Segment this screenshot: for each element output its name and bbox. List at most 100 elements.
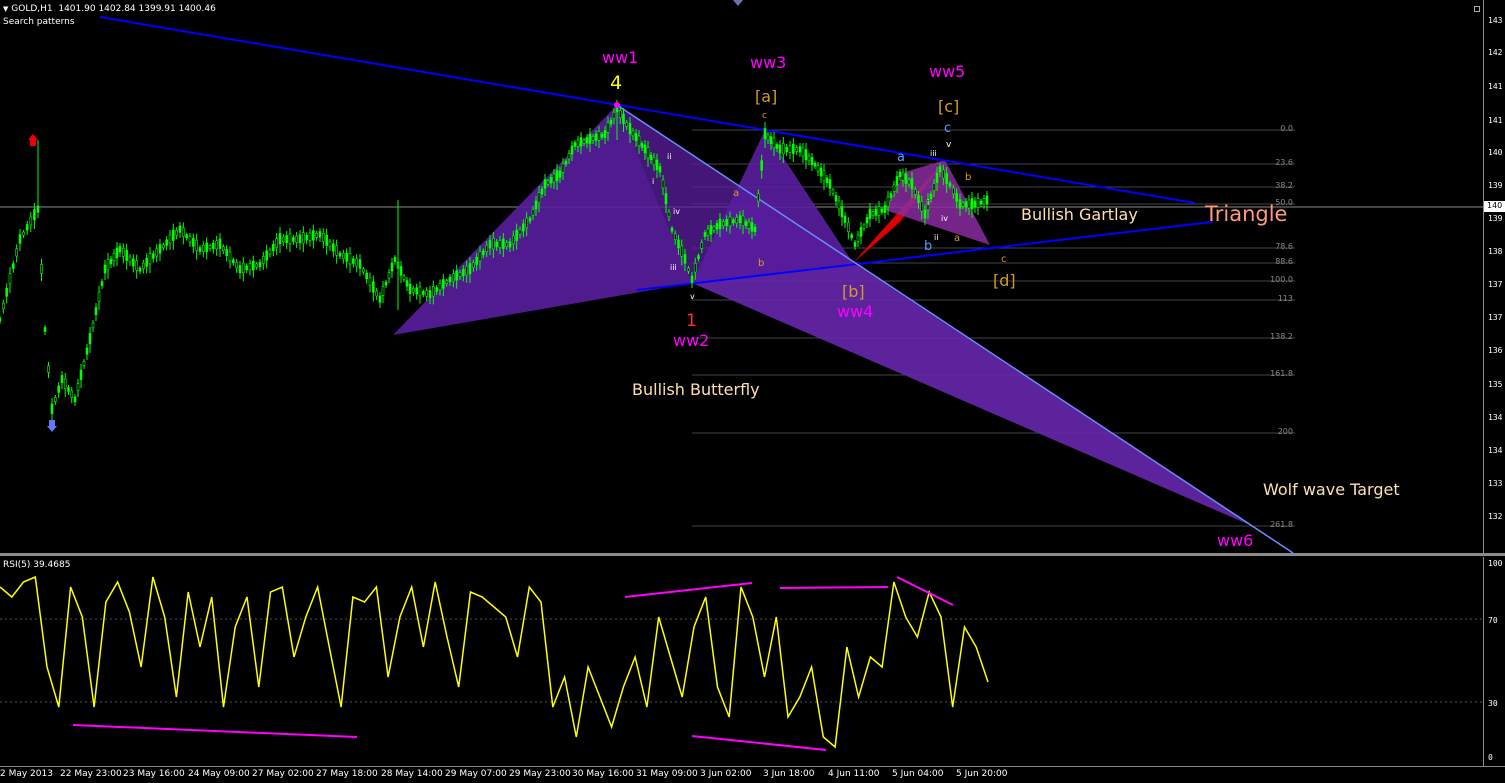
candle-body — [904, 173, 908, 184]
candle-body — [561, 163, 565, 173]
price-chart-pane[interactable] — [0, 0, 1483, 553]
candle-body — [750, 222, 754, 232]
candle-body — [79, 369, 83, 380]
rsi-chart-svg[interactable] — [0, 557, 1483, 766]
candle-body — [585, 137, 589, 144]
candle-body — [895, 176, 899, 186]
candle-body — [488, 239, 492, 249]
candle-body — [945, 173, 948, 185]
candle-body — [901, 172, 905, 181]
pane-separator[interactable] — [0, 553, 1505, 556]
label-bullish-gartlay: Bullish Gartlay — [1021, 205, 1138, 224]
candle-body — [700, 242, 704, 249]
fib-level-label: 161.8 — [1270, 369, 1293, 378]
candle-body — [178, 225, 182, 233]
candle-body — [757, 193, 760, 202]
candle-body — [631, 130, 635, 137]
candle-body — [352, 258, 355, 264]
small-wave-b2: b — [965, 172, 972, 183]
fib-level-label: 138.2 — [1270, 332, 1293, 341]
candle-body — [408, 283, 412, 294]
candle-body — [522, 223, 525, 232]
time-axis-label: 3 Jun 02:00 — [700, 769, 752, 779]
candle-body — [856, 234, 860, 242]
candle-body — [338, 252, 342, 257]
candle-body — [115, 247, 119, 258]
candle-body — [576, 139, 580, 147]
candle-body — [558, 170, 562, 178]
candle-body — [722, 221, 725, 226]
candle-body — [597, 131, 601, 141]
candle-body — [495, 241, 498, 248]
candle-body — [265, 250, 268, 261]
rsi-header: RSI(5) 39.4685 — [3, 560, 71, 570]
down-arrow-icon — [28, 134, 38, 146]
small-wave-i-2: i — [927, 198, 930, 207]
candle-body — [22, 231, 25, 236]
price-axis-label: 134 — [1488, 446, 1503, 455]
candle-body — [552, 173, 556, 183]
candle-body — [50, 403, 54, 414]
candle-body — [942, 169, 945, 179]
candle-body — [125, 249, 128, 261]
price-axis-label: 138 — [1488, 247, 1503, 256]
candle-body — [543, 179, 547, 189]
candle-body — [652, 157, 656, 165]
candle-body — [82, 361, 86, 366]
price-axis-label: 142 — [1488, 48, 1503, 57]
candle-body — [365, 272, 368, 280]
price-axis-label: 135 — [1488, 380, 1503, 389]
candle-body — [2, 302, 5, 310]
scroll-marker-icon[interactable] — [733, 0, 743, 6]
rsi-axis[interactable]: 100 70 30 0 — [1483, 557, 1505, 766]
candle-body — [606, 122, 610, 133]
time-axis[interactable]: 2 May 2013 22 May 23:00 23 May 16:00 24 May… — [0, 766, 1505, 783]
price-chart-svg[interactable] — [0, 0, 1483, 553]
candle-body — [152, 253, 155, 259]
candle-body — [492, 238, 495, 250]
candle-body — [362, 268, 365, 273]
candle-body — [335, 245, 338, 256]
candle-body — [687, 267, 690, 272]
candle-body — [738, 215, 742, 223]
candle-body — [43, 327, 47, 332]
candle-body — [205, 242, 208, 252]
time-axis-label: 4 Jun 11:00 — [828, 769, 880, 779]
candle-body — [628, 123, 632, 135]
candle-body — [63, 378, 67, 389]
rsi-axis-label: 70 — [1488, 616, 1498, 625]
candle-body — [515, 229, 518, 241]
dropdown-icon[interactable]: ▼ — [3, 5, 8, 13]
candle-body — [525, 217, 528, 229]
candle-body — [148, 253, 152, 265]
candle-body — [368, 277, 372, 286]
candle-body — [570, 145, 574, 155]
candle-body — [680, 245, 684, 257]
candle-body — [646, 147, 650, 159]
candle-body — [162, 244, 165, 249]
candle-body — [472, 262, 475, 268]
fib-level-label: 200 — [1277, 427, 1293, 436]
candle-body — [132, 258, 135, 267]
candle-body — [618, 110, 622, 118]
price-axis-label: 139 — [1488, 214, 1503, 223]
candle-body — [97, 291, 101, 302]
maximize-icon[interactable] — [1474, 6, 1480, 12]
candle-body — [342, 252, 345, 260]
candle-body — [549, 177, 553, 184]
candle-body — [603, 130, 607, 138]
candle-body — [425, 290, 428, 297]
rsi-pane[interactable] — [0, 557, 1483, 766]
candle-body — [637, 135, 641, 146]
candle-body — [655, 159, 659, 170]
candle-body — [442, 279, 445, 289]
candle-body — [8, 273, 12, 285]
candle-body — [192, 238, 195, 247]
candle-body — [381, 286, 385, 296]
ohlc-values: 1401.90 1402.84 1399.91 1400.46 — [58, 4, 216, 14]
candle-body — [122, 248, 125, 257]
price-axis[interactable]: 143 142 141 141 140 139 139 138 137 137 136 135 134 1… — [1483, 0, 1505, 553]
time-axis-label: 3 Jun 18:00 — [763, 769, 815, 779]
time-axis-label: 31 May 09:00 — [636, 769, 698, 779]
candle-body — [25, 224, 29, 231]
